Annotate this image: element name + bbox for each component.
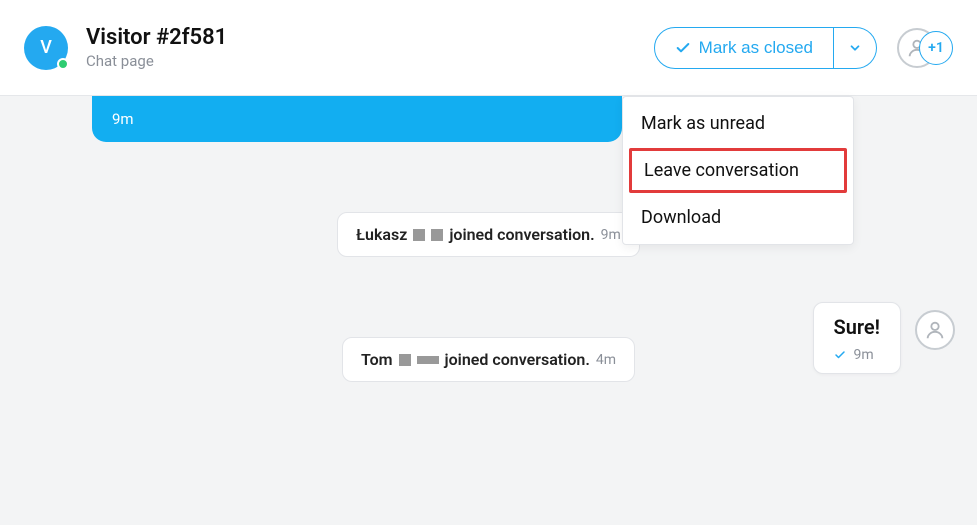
event-user-name: Tom	[361, 350, 393, 369]
chat-area: 9m Mark as unread Leave conversation Dow…	[0, 96, 977, 402]
system-event-pill: Łukasz joined conversation. 9m	[337, 212, 640, 257]
participant-avatars: +1	[897, 28, 953, 68]
dropdown-item-download[interactable]: Download	[623, 195, 853, 240]
dropdown-item-mark-unread[interactable]: Mark as unread	[623, 101, 853, 146]
check-icon	[675, 40, 691, 56]
header-bar: V Visitor #2f581 Chat page Mark as close…	[0, 0, 977, 96]
chevron-down-icon	[848, 41, 862, 55]
event-time: 9m	[601, 227, 621, 243]
title-block: Visitor #2f581 Chat page	[86, 25, 654, 70]
message-time: 9m	[112, 110, 134, 128]
dropdown-label: Mark as unread	[641, 113, 765, 134]
redacted-icon	[417, 356, 439, 364]
agent-message-bubble: Sure! 9m	[813, 302, 902, 374]
event-user-name: Łukasz	[356, 225, 407, 244]
dropdown-item-leave-conversation[interactable]: Leave conversation	[629, 148, 847, 193]
mark-closed-dropdown-button[interactable]	[834, 27, 877, 69]
dropdown-label: Download	[641, 207, 721, 228]
mark-closed-label: Mark as closed	[699, 38, 813, 58]
mark-closed-group: Mark as closed	[654, 27, 877, 69]
page-subtitle: Chat page	[86, 52, 654, 70]
agent-avatar[interactable]	[915, 310, 955, 350]
redacted-icon	[413, 229, 425, 241]
mark-as-closed-button[interactable]: Mark as closed	[654, 27, 834, 69]
presence-indicator	[57, 58, 69, 70]
message-text: Sure!	[834, 315, 881, 339]
visitor-message-bubble: 9m	[92, 96, 622, 142]
message-time: 9m	[854, 347, 874, 363]
add-participant-button[interactable]: +1	[919, 31, 953, 65]
redacted-icon	[399, 354, 411, 366]
dropdown-label: Leave conversation	[644, 160, 799, 181]
event-time: 4m	[596, 352, 616, 368]
system-event-pill: Tom joined conversation. 4m	[342, 337, 635, 382]
redacted-icon	[431, 229, 443, 241]
check-icon	[834, 349, 846, 361]
visitor-avatar-wrap: V	[24, 26, 68, 70]
avatar-initial: V	[40, 37, 52, 58]
message-meta: 9m	[834, 347, 881, 363]
header-actions: Mark as closed +1	[654, 27, 953, 69]
page-title: Visitor #2f581	[86, 25, 654, 50]
event-action: joined conversation.	[449, 225, 594, 244]
actions-dropdown: Mark as unread Leave conversation Downlo…	[622, 96, 854, 245]
plus-label: +1	[928, 40, 944, 56]
event-action: joined conversation.	[445, 350, 590, 369]
